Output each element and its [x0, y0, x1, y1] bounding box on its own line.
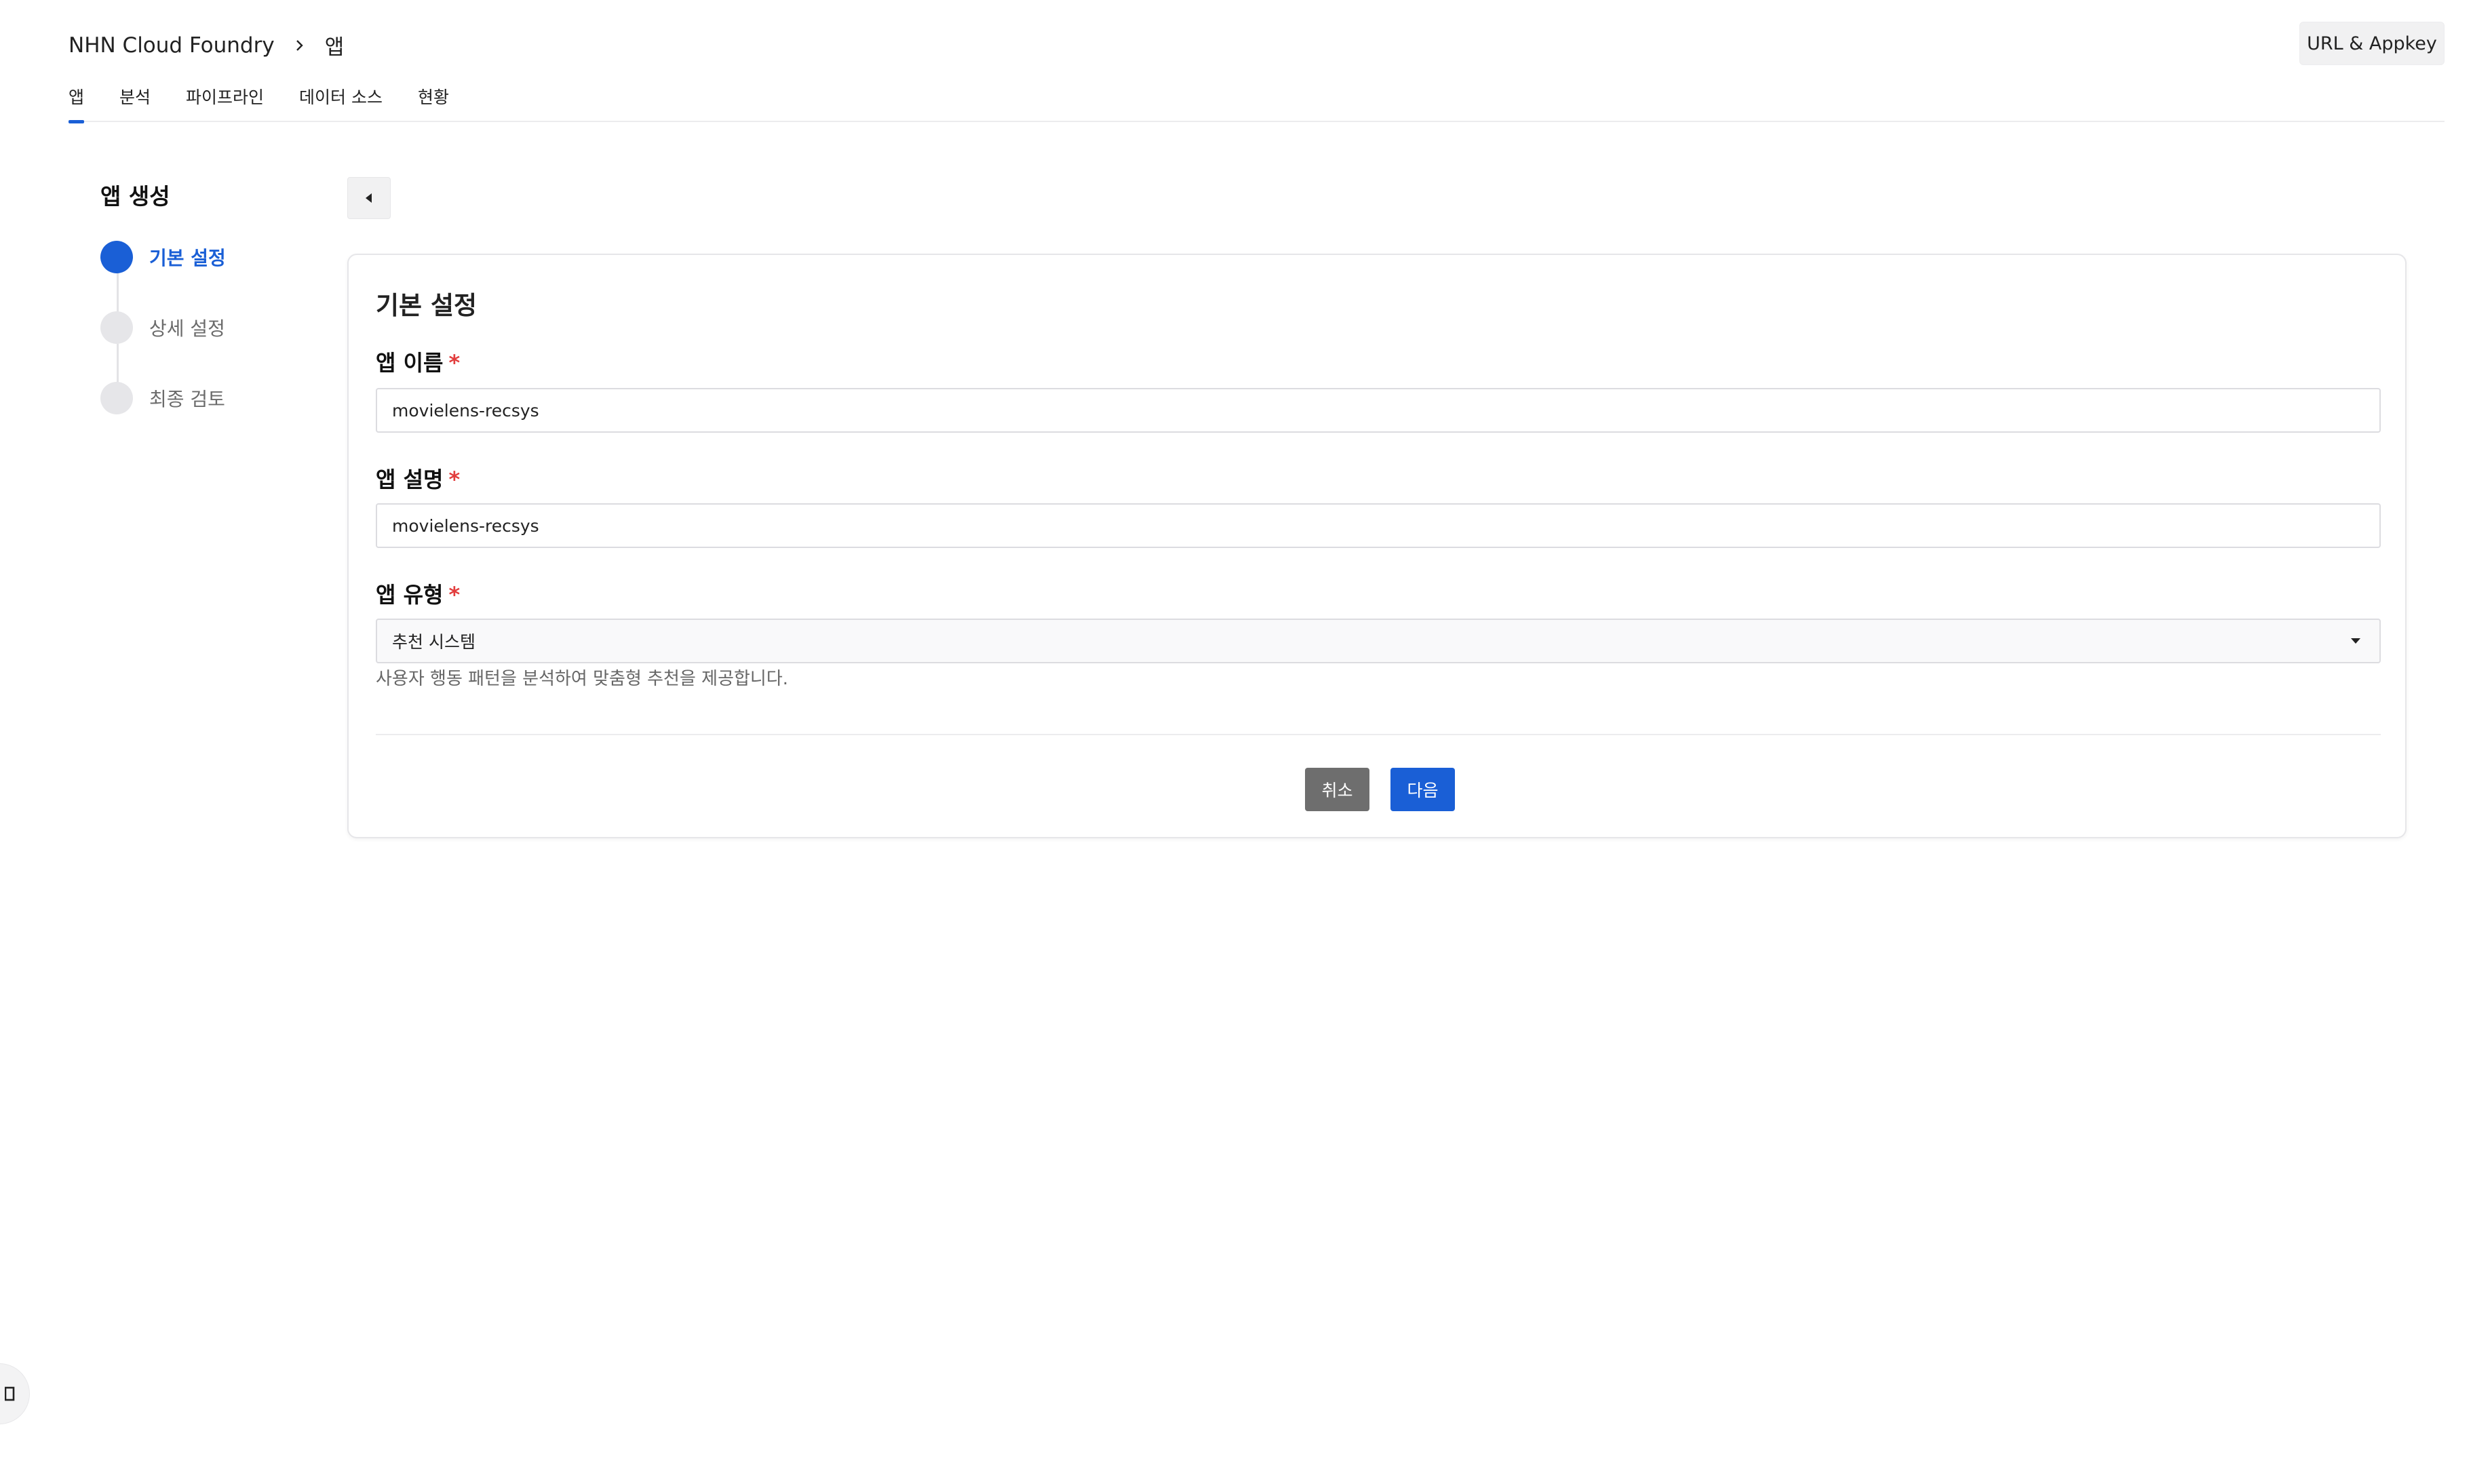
- tab-app[interactable]: 앱: [69, 80, 85, 123]
- caret-down-icon: [2351, 638, 2360, 644]
- app-name-label-text: 앱 이름: [376, 350, 444, 376]
- step-indicator: [100, 311, 133, 344]
- app-type-select[interactable]: 추천 시스템: [376, 619, 2381, 663]
- tab-data-source[interactable]: 데이터 소스: [299, 80, 383, 122]
- breadcrumb-root[interactable]: NHN Cloud Foundry: [69, 33, 275, 58]
- step-indicator: [100, 241, 133, 273]
- main-tabs: 앱 분석 파이프라인 데이터 소스 현황: [69, 80, 2445, 123]
- app-type-help: 사용자 행동 패턴을 분석하여 맞춤형 추천을 제공합니다.: [376, 669, 789, 689]
- panel-icon: [5, 1386, 15, 1401]
- page: NHN Cloud Foundry 앱 URL & Appkey 앱 분석 파이…: [0, 0, 2492, 1484]
- step-label: 상세 설정: [149, 317, 225, 340]
- step-label: 최종 검토: [149, 388, 225, 410]
- url-appkey-button[interactable]: URL & Appkey: [2299, 22, 2445, 65]
- app-desc-label-text: 앱 설명: [376, 467, 444, 492]
- required-mark: *: [448, 467, 461, 492]
- app-name-value: movielens-recsys: [392, 400, 539, 421]
- app-name-label: 앱 이름 *: [376, 346, 460, 377]
- next-button[interactable]: 다음: [1390, 768, 1455, 811]
- required-mark: *: [448, 582, 461, 608]
- required-mark: *: [448, 350, 461, 376]
- step-label: 기본 설정: [149, 247, 226, 269]
- app-name-input[interactable]: movielens-recsys: [376, 388, 2381, 433]
- app-desc-value: movielens-recsys: [392, 515, 539, 536]
- breadcrumb: NHN Cloud Foundry 앱: [69, 30, 344, 60]
- divider: [376, 734, 2381, 735]
- tab-status[interactable]: 현황: [418, 80, 449, 122]
- app-desc-input[interactable]: movielens-recsys: [376, 503, 2381, 548]
- step-basic-settings[interactable]: 기본 설정: [100, 241, 226, 273]
- app-type-selected: 추천 시스템: [392, 632, 475, 652]
- step-final-review[interactable]: 최종 검토: [100, 382, 225, 414]
- tab-pipeline[interactable]: 파이프라인: [186, 80, 264, 122]
- tab-analysis[interactable]: 분석: [119, 80, 151, 122]
- caret-left-icon: [366, 193, 372, 203]
- app-type-label: 앱 유형 *: [376, 578, 460, 609]
- app-desc-label: 앱 설명 *: [376, 463, 460, 494]
- breadcrumb-current: 앱: [324, 35, 345, 60]
- cancel-button[interactable]: 취소: [1305, 768, 1369, 811]
- chevron-right-icon: [290, 35, 310, 56]
- basic-settings-card: 기본 설정 앱 이름 * movielens-recsys 앱 설명 * movie…: [347, 254, 2407, 838]
- card-title: 기본 설정: [376, 291, 478, 320]
- app-type-label-text: 앱 유형: [376, 582, 444, 608]
- step-detail-settings[interactable]: 상세 설정: [100, 311, 225, 344]
- floating-panel-toggle[interactable]: [0, 1363, 30, 1424]
- back-button[interactable]: [347, 177, 391, 219]
- create-app-title: 앱 생성: [100, 183, 170, 210]
- step-indicator: [100, 382, 133, 414]
